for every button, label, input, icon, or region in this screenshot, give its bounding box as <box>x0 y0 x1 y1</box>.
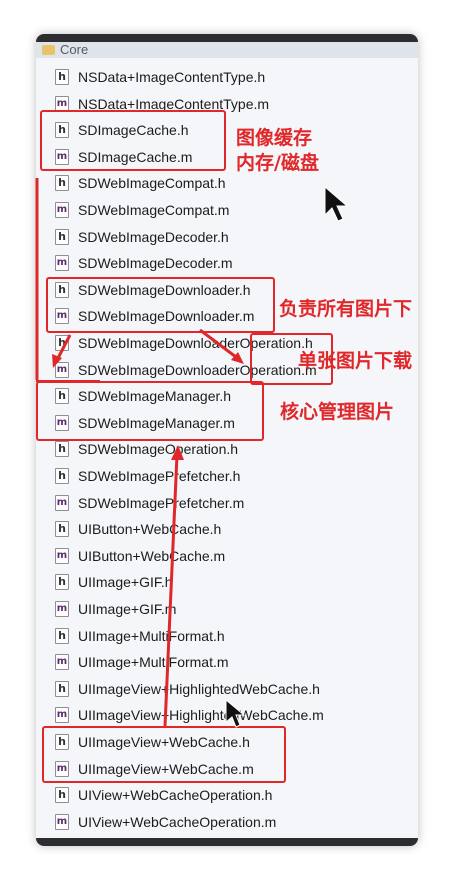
file-row[interactable]: m SDWebImagePrefetcher.m <box>36 490 418 517</box>
file-row[interactable]: h UIView+WebCacheOperation.h <box>36 782 418 809</box>
file-row[interactable]: m UIImage+GIF.m <box>36 596 418 623</box>
highlight-webcache <box>42 726 286 783</box>
file-name: UIImageView+HighlightedWebCache.m <box>78 707 324 724</box>
header-file-icon: h <box>55 468 69 484</box>
file-row[interactable]: h UIImage+MultiFormat.h <box>36 623 418 650</box>
file-name: SDWebImagePrefetcher.h <box>78 468 241 484</box>
header-file-icon: h <box>55 574 69 591</box>
annotation-cache-line1: 图像缓存 <box>236 127 313 149</box>
file-row[interactable]: h SDWebImageDecoder.h <box>36 224 418 251</box>
file-name: UIImage+MultiFormat.h <box>78 627 225 644</box>
header-file-icon: h <box>55 627 69 644</box>
file-row[interactable]: m SDWebImageCompat.m <box>36 197 418 224</box>
file-name: SDWebImageDecoder.h <box>78 228 229 245</box>
header-file-icon: h <box>55 441 69 458</box>
file-name: UIImage+GIF.m <box>78 601 177 617</box>
implementation-file-icon: m <box>55 813 69 830</box>
implementation-file-icon: m <box>55 547 69 564</box>
implementation-file-icon: m <box>55 361 69 378</box>
file-row[interactable]: m UIImageView+HighlightedWebCache.m <box>36 702 418 729</box>
implementation-file-icon: m <box>55 255 69 272</box>
file-row[interactable]: m UIButton+WebCache.m <box>36 543 418 570</box>
implementation-file-icon: m <box>55 707 69 724</box>
file-row[interactable]: h UIImage+GIF.h <box>36 569 418 596</box>
file-name: UIButton+WebCache.h <box>78 521 222 538</box>
annotation-operation: 单张图片下载 <box>298 350 413 372</box>
annotation-cache-line2: 内存/磁盘 <box>236 152 319 174</box>
header-file-icon: h <box>55 521 69 538</box>
annotation-downloader: 负责所有图片下 <box>279 298 413 320</box>
implementation-file-icon: m <box>55 601 69 617</box>
folder-icon <box>42 45 55 55</box>
highlight-downloader <box>46 277 275 333</box>
file-name: SDWebImageDecoder.m <box>78 255 233 272</box>
implementation-file-icon: m <box>55 494 69 511</box>
file-name: SDWebImageCompat.h <box>78 175 226 192</box>
file-name: UIImage+MultiFormat.m <box>78 654 229 671</box>
file-name: NSData+ImageContentType.h <box>78 69 266 85</box>
file-name: UIImage+GIF.h <box>78 574 173 591</box>
file-row[interactable]: h SDWebImageCompat.h <box>36 170 418 197</box>
file-name: SDWebImageCompat.m <box>78 202 230 218</box>
file-name: UIImageView+HighlightedWebCache.h <box>78 680 320 697</box>
file-row[interactable]: h UIButton+WebCache.h <box>36 516 418 543</box>
file-name: SDWebImagePrefetcher.m <box>78 494 245 511</box>
file-name: UIView+WebCacheOperation.h <box>78 787 273 804</box>
window-top-edge <box>36 34 418 42</box>
header-file-icon: h <box>55 175 69 192</box>
window-bottom-edge <box>36 838 418 846</box>
highlight-imagecache <box>40 110 226 171</box>
file-row[interactable]: h UIImageView+HighlightedWebCache.h <box>36 676 418 703</box>
header-file-icon: h <box>55 69 69 85</box>
group-label: Core <box>60 42 89 57</box>
file-row[interactable]: h NSData+ImageContentType.h <box>36 64 418 91</box>
implementation-file-icon: m <box>55 202 69 218</box>
file-row[interactable]: m SDWebImageDecoder.m <box>36 250 418 277</box>
file-row[interactable]: h SDWebImagePrefetcher.h <box>36 463 418 490</box>
annotation-manager: 核心管理图片 <box>280 401 395 423</box>
header-file-icon: h <box>55 787 69 804</box>
file-row[interactable]: m UIView+WebCacheOperation.m <box>36 809 418 836</box>
implementation-file-icon: m <box>55 654 69 671</box>
header-file-icon: h <box>55 335 69 351</box>
file-name: UIView+WebCacheOperation.m <box>78 813 277 830</box>
file-name: SDWebImageOperation.h <box>78 441 239 458</box>
group-core[interactable]: Core <box>36 42 418 58</box>
header-file-icon: h <box>55 680 69 697</box>
header-file-icon: h <box>55 228 69 245</box>
file-name: UIButton+WebCache.m <box>78 547 226 564</box>
file-row[interactable]: m UIImage+MultiFormat.m <box>36 649 418 676</box>
highlight-manager <box>36 381 264 441</box>
